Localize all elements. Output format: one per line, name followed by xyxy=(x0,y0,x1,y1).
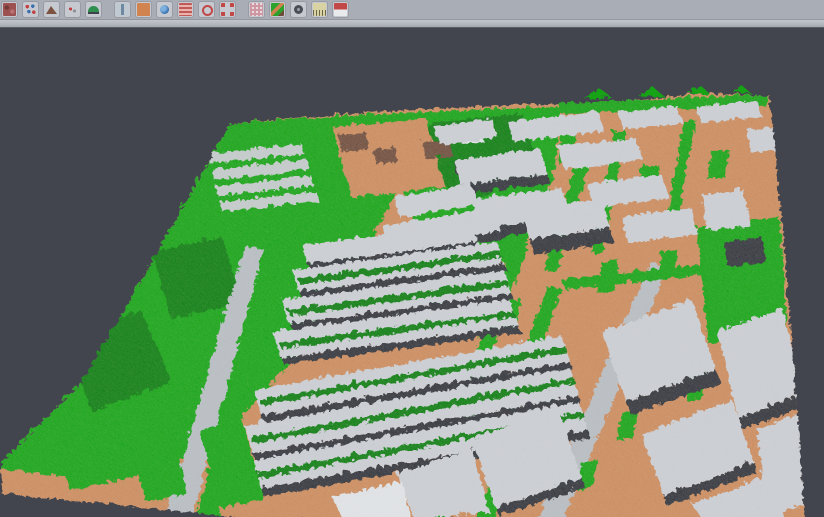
delete-tool-icon xyxy=(334,3,347,16)
world-view-button[interactable] xyxy=(157,2,172,17)
point-selection-button[interactable] xyxy=(65,2,80,17)
zoom-extents-button[interactable] xyxy=(220,2,235,17)
grid-toggle-icon xyxy=(250,3,263,16)
circle-select-icon xyxy=(200,3,213,16)
zoom-extents-icon xyxy=(221,3,234,16)
circle-select-button[interactable] xyxy=(199,2,214,17)
measure-tool-icon xyxy=(313,3,326,16)
terrain-model-button[interactable] xyxy=(44,2,59,17)
profile-view-button[interactable] xyxy=(115,2,130,17)
open-project-button[interactable] xyxy=(2,2,17,17)
profile-view-icon xyxy=(116,3,129,16)
vegetation-patch xyxy=(730,84,750,92)
grid-toggle-button[interactable] xyxy=(249,2,264,17)
open-project-icon xyxy=(3,3,16,16)
orthoimage-button[interactable] xyxy=(136,2,151,17)
render-settings-icon xyxy=(292,3,305,16)
vegetation-patch xyxy=(636,84,663,95)
toolbar-separator xyxy=(0,20,824,28)
elevation-bands-button[interactable] xyxy=(178,2,193,17)
terrain-model-icon xyxy=(45,3,58,16)
toolbar xyxy=(0,0,824,20)
viewport-3d xyxy=(0,0,824,517)
toolbar-icon-group xyxy=(2,2,348,17)
orthoimage-icon xyxy=(137,3,150,16)
application-window xyxy=(0,0,824,517)
point-selection-icon xyxy=(66,3,79,16)
classification-view-icon xyxy=(271,3,284,16)
terrain-mesh xyxy=(0,0,824,517)
render-settings-button[interactable] xyxy=(291,2,306,17)
delete-tool-button[interactable] xyxy=(333,2,348,17)
surface-model-button[interactable] xyxy=(86,2,101,17)
vegetation-patch xyxy=(582,86,610,97)
classification-view-button[interactable] xyxy=(270,2,285,17)
measure-tool-button[interactable] xyxy=(312,2,327,17)
point-cloud-button[interactable] xyxy=(23,2,38,17)
point-cloud-icon xyxy=(24,3,37,16)
world-view-icon xyxy=(158,3,171,16)
scene-canvas[interactable] xyxy=(0,0,824,517)
surface-model-icon xyxy=(87,3,100,16)
elevation-bands-icon xyxy=(179,3,192,16)
vegetation-patch xyxy=(686,83,709,93)
point-noise-overlay xyxy=(0,0,824,517)
